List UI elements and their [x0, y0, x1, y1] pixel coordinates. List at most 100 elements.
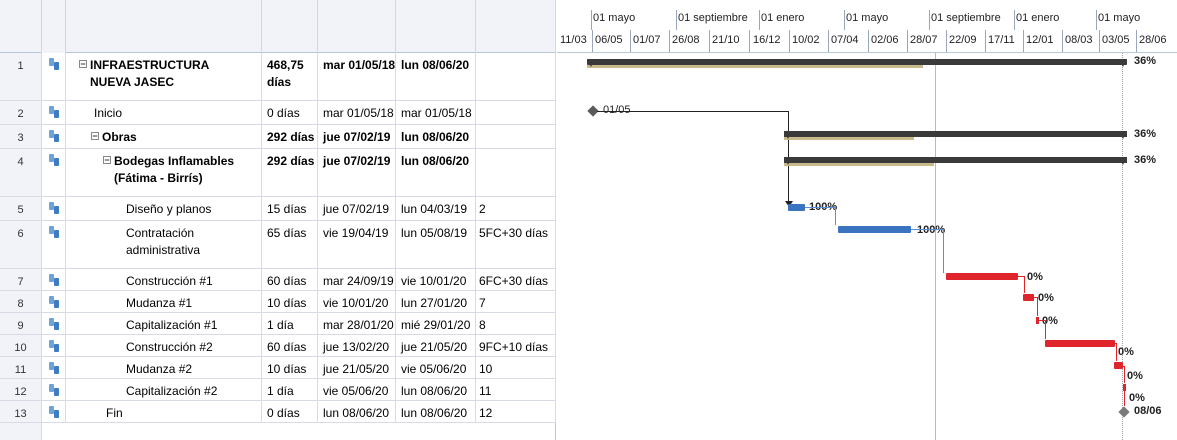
row-id[interactable]: 2: [0, 101, 42, 124]
task-start[interactable]: lun 08/06/20: [318, 401, 396, 422]
task-duration[interactable]: 10 días: [262, 291, 318, 312]
header-start[interactable]: [318, 0, 396, 53]
row-id[interactable]: 11: [0, 357, 42, 378]
task-duration[interactable]: 60 días: [262, 335, 318, 356]
row-id[interactable]: 3: [0, 125, 42, 148]
row-id[interactable]: 13: [0, 401, 42, 422]
critical-task-bar[interactable]: [1023, 294, 1034, 301]
table-row[interactable]: 1 − INFRAESTRUCTURA NUEVA JASEC 468,75 dí…: [0, 53, 556, 101]
task-duration[interactable]: 292 días: [262, 125, 318, 148]
task-start[interactable]: mar 28/01/20: [318, 313, 396, 334]
task-finish[interactable]: lun 08/06/20: [396, 401, 476, 422]
row-id[interactable]: 8: [0, 291, 42, 312]
task-start[interactable]: jue 07/02/19: [318, 149, 396, 196]
task-finish[interactable]: lun 08/06/20: [396, 149, 476, 196]
row-id[interactable]: 7: [0, 269, 42, 290]
row-id[interactable]: 10: [0, 335, 42, 356]
header-task-name[interactable]: [66, 0, 262, 53]
task-name[interactable]: Contratación administrativa: [66, 221, 262, 268]
table-row[interactable]: 2 Inicio 0 días mar 01/05/18 mar 01/05/1…: [0, 101, 556, 125]
task-duration[interactable]: 1 día: [262, 313, 318, 334]
task-duration[interactable]: 1 día: [262, 379, 318, 400]
collapse-icon[interactable]: −: [79, 60, 87, 69]
task-finish[interactable]: mar 01/05/18: [396, 101, 476, 124]
header-predecessors[interactable]: [476, 0, 556, 53]
header-finish[interactable]: [396, 0, 476, 53]
task-name[interactable]: Mudanza #1: [66, 291, 262, 312]
task-predecessors[interactable]: 10: [476, 357, 556, 378]
task-start[interactable]: mar 01/05/18: [318, 53, 396, 100]
table-row[interactable]: 12 Capitalización #2 1 día vie 05/06/20 …: [0, 379, 556, 401]
task-predecessors[interactable]: [476, 149, 556, 196]
task-start[interactable]: vie 05/06/20: [318, 379, 396, 400]
task-predecessors[interactable]: 5FC+30 días: [476, 221, 556, 268]
task-finish[interactable]: lun 27/01/20: [396, 291, 476, 312]
table-row[interactable]: 11 Mudanza #2 10 días jue 21/05/20 vie 0…: [0, 357, 556, 379]
table-row[interactable]: 3 − Obras 292 días jue 07/02/19 lun 08/06…: [0, 125, 556, 149]
row-id[interactable]: 4: [0, 149, 42, 196]
task-finish[interactable]: jue 21/05/20: [396, 335, 476, 356]
critical-task-bar[interactable]: [1123, 384, 1126, 391]
task-name[interactable]: Construcción #1: [66, 269, 262, 290]
milestone-diamond[interactable]: [1118, 406, 1130, 418]
critical-task-bar[interactable]: [1114, 362, 1123, 369]
table-row[interactable]: 13 Fin 0 días lun 08/06/20 lun 08/06/20 …: [0, 401, 556, 423]
collapse-icon[interactable]: −: [91, 132, 99, 141]
table-row[interactable]: 5 Diseño y planos 15 días jue 07/02/19 l…: [0, 197, 556, 221]
task-start[interactable]: vie 19/04/19: [318, 221, 396, 268]
task-duration[interactable]: 292 días: [262, 149, 318, 196]
task-predecessors[interactable]: 8: [476, 313, 556, 334]
table-row[interactable]: 6 Contratación administrativa 65 días vi…: [0, 221, 556, 269]
critical-task-bar[interactable]: [946, 273, 1018, 280]
task-finish[interactable]: lun 08/06/20: [396, 53, 476, 100]
header-duration[interactable]: [262, 0, 318, 53]
table-row[interactable]: 10 Construcción #2 60 días jue 13/02/20 …: [0, 335, 556, 357]
task-start[interactable]: mar 24/09/19: [318, 269, 396, 290]
table-row[interactable]: 8 Mudanza #1 10 días vie 10/01/20 lun 27…: [0, 291, 556, 313]
task-name[interactable]: Capitalización #1: [66, 313, 262, 334]
task-name[interactable]: Construcción #2: [66, 335, 262, 356]
task-duration[interactable]: 65 días: [262, 221, 318, 268]
task-finish[interactable]: vie 05/06/20: [396, 357, 476, 378]
task-bar[interactable]: [788, 204, 805, 211]
task-predecessors[interactable]: [476, 125, 556, 148]
task-predecessors[interactable]: 2: [476, 197, 556, 220]
row-id[interactable]: 9: [0, 313, 42, 334]
task-start[interactable]: vie 10/01/20: [318, 291, 396, 312]
task-predecessors[interactable]: 6FC+30 días: [476, 269, 556, 290]
task-name[interactable]: Mudanza #2: [66, 357, 262, 378]
task-name[interactable]: Diseño y planos: [66, 197, 262, 220]
critical-task-bar[interactable]: [1045, 340, 1115, 347]
task-predecessors[interactable]: [476, 53, 556, 100]
task-name[interactable]: Inicio: [66, 101, 262, 124]
task-start[interactable]: jue 07/02/19: [318, 197, 396, 220]
table-row[interactable]: 9 Capitalización #1 1 día mar 28/01/20 m…: [0, 313, 556, 335]
task-finish[interactable]: lun 05/08/19: [396, 221, 476, 268]
task-finish[interactable]: lun 08/06/20: [396, 125, 476, 148]
task-name[interactable]: Fin: [66, 401, 262, 422]
task-predecessors[interactable]: [476, 101, 556, 124]
task-finish[interactable]: mié 29/01/20: [396, 313, 476, 334]
task-predecessors[interactable]: 11: [476, 379, 556, 400]
task-bar[interactable]: [838, 226, 911, 233]
task-finish[interactable]: lun 04/03/19: [396, 197, 476, 220]
gantt-chart[interactable]: 01 mayo 01 septiembre 01 enero 01 mayo 0…: [557, 0, 1177, 440]
task-duration[interactable]: 0 días: [262, 401, 318, 422]
task-start[interactable]: jue 07/02/19: [318, 125, 396, 148]
collapse-icon[interactable]: −: [103, 156, 111, 165]
task-duration[interactable]: 15 días: [262, 197, 318, 220]
empty-row[interactable]: [0, 423, 556, 440]
table-row[interactable]: 4 − Bodegas Inflamables (Fátima - Birrís)…: [0, 149, 556, 197]
row-id[interactable]: 6: [0, 221, 42, 268]
task-finish[interactable]: vie 10/01/20: [396, 269, 476, 290]
task-name[interactable]: Capitalización #2: [66, 379, 262, 400]
task-duration[interactable]: 468,75 días: [262, 53, 318, 100]
task-finish[interactable]: lun 08/06/20: [396, 379, 476, 400]
task-predecessors[interactable]: 12: [476, 401, 556, 422]
task-start[interactable]: jue 21/05/20: [318, 357, 396, 378]
task-duration[interactable]: 10 días: [262, 357, 318, 378]
row-id[interactable]: 12: [0, 379, 42, 400]
task-predecessors[interactable]: 9FC+10 días: [476, 335, 556, 356]
task-predecessors[interactable]: 7: [476, 291, 556, 312]
task-start[interactable]: mar 01/05/18: [318, 101, 396, 124]
